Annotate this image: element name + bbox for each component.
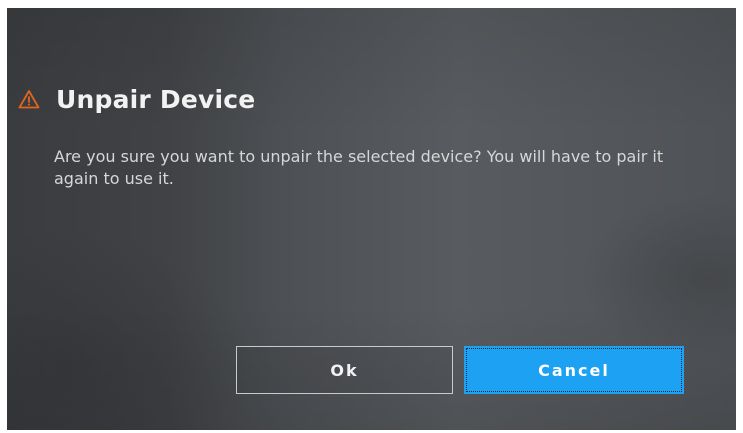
dialog-title: Unpair Device: [56, 84, 256, 114]
dialog-header: Unpair Device: [18, 81, 255, 117]
ok-button[interactable]: Ok: [236, 346, 453, 394]
app-window: Unpair Device Are you sure you want to u…: [7, 8, 736, 430]
cancel-button[interactable]: Cancel: [464, 346, 684, 394]
unpair-device-dialog: Unpair Device Are you sure you want to u…: [7, 8, 736, 430]
warning-triangle-icon: [18, 89, 40, 109]
dialog-message: Are you sure you want to unpair the sele…: [54, 147, 664, 188]
